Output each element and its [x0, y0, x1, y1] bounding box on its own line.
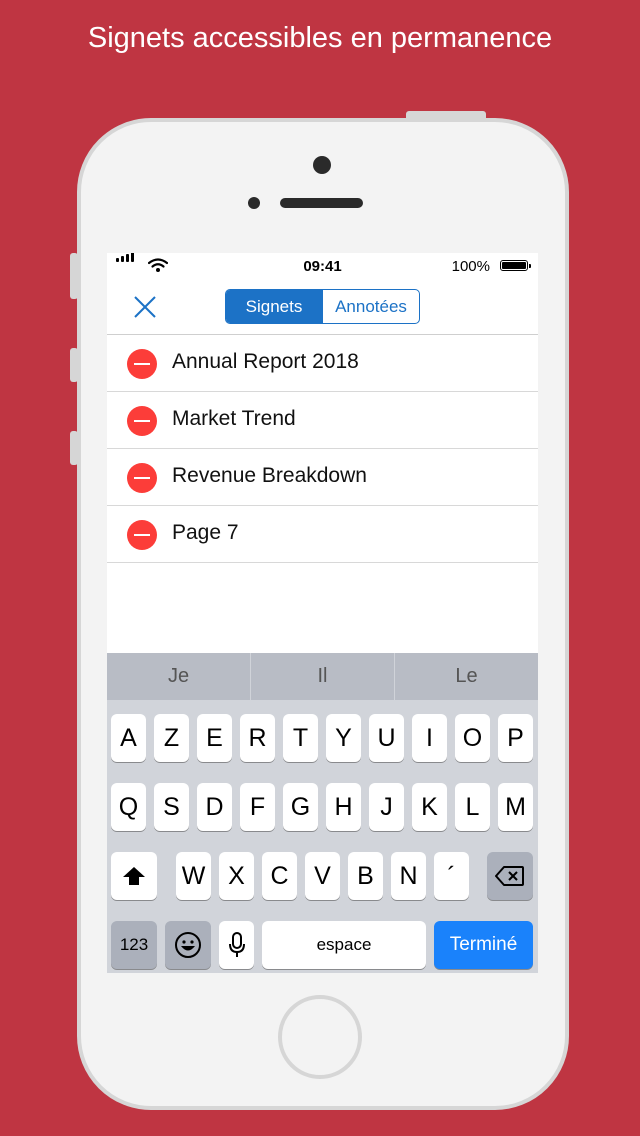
page-caption: Signets accessibles en permanence [87, 22, 553, 54]
key-d[interactable]: D [197, 783, 232, 831]
view-segmented-control: Signets Annotées [225, 289, 420, 324]
backspace-key[interactable] [487, 852, 533, 900]
delete-icon[interactable] [127, 463, 157, 493]
key-q[interactable]: Q [111, 783, 146, 831]
key-s[interactable]: S [154, 783, 189, 831]
key-x[interactable]: X [219, 852, 254, 900]
microphone-icon [228, 932, 245, 957]
list-item[interactable]: Revenue Breakdown [107, 449, 538, 506]
key-f[interactable]: F [240, 783, 275, 831]
key-k[interactable]: K [412, 783, 447, 831]
navigation-bar: Signets Annotées [107, 279, 538, 335]
numbers-key[interactable]: 123 [111, 921, 157, 969]
prediction-1[interactable]: Je [107, 653, 250, 700]
battery-percentage: 100% [451, 258, 490, 275]
space-key[interactable]: espace [262, 921, 426, 969]
key-y[interactable]: Y [326, 714, 361, 762]
key-z[interactable]: Z [154, 714, 189, 762]
bookmark-title: Market Trend [172, 407, 296, 430]
tab-signets[interactable]: Signets [226, 290, 322, 323]
shift-icon [123, 867, 145, 885]
backspace-icon [495, 866, 524, 886]
key-j[interactable]: J [369, 783, 404, 831]
home-button[interactable] [278, 995, 362, 1079]
tab-annotees[interactable]: Annotées [322, 290, 419, 323]
status-bar: 09:41 100% [107, 253, 538, 279]
key-l[interactable]: L [455, 783, 490, 831]
key-m[interactable]: M [498, 783, 533, 831]
key-a[interactable]: A [111, 714, 146, 762]
key-n[interactable]: N [391, 852, 426, 900]
key-w[interactable]: W [176, 852, 211, 900]
key-b[interactable]: B [348, 852, 383, 900]
earpiece-speaker [280, 198, 363, 208]
front-camera [313, 156, 331, 174]
delete-icon[interactable] [127, 406, 157, 436]
done-key[interactable]: Terminé [434, 921, 533, 969]
key-o[interactable]: O [455, 714, 490, 762]
key-e[interactable]: E [197, 714, 232, 762]
bookmark-title: Annual Report 2018 [172, 350, 359, 373]
app-screen: 09:41 100% Signets Annotées Annual Repor… [107, 253, 538, 973]
key-t[interactable]: T [283, 714, 318, 762]
delete-icon[interactable] [127, 520, 157, 550]
close-icon[interactable] [131, 293, 159, 321]
proximity-sensor [248, 197, 260, 209]
key-g[interactable]: G [283, 783, 318, 831]
key-accent[interactable]: ´ [434, 852, 469, 900]
key-p[interactable]: P [498, 714, 533, 762]
list-item[interactable]: Annual Report 2018 [107, 335, 538, 392]
key-v[interactable]: V [305, 852, 340, 900]
prediction-3[interactable]: Le [394, 653, 538, 700]
delete-icon[interactable] [127, 349, 157, 379]
keyboard: Je Il Le A Z E R T Y U I O P Q S D F G H… [107, 653, 538, 973]
prediction-2[interactable]: Il [250, 653, 394, 700]
key-r[interactable]: R [240, 714, 275, 762]
key-i[interactable]: I [412, 714, 447, 762]
predictive-bar: Je Il Le [107, 653, 538, 700]
dictation-key[interactable] [219, 921, 254, 969]
list-item[interactable]: Page 7 [107, 506, 538, 563]
key-h[interactable]: H [326, 783, 361, 831]
key-c[interactable]: C [262, 852, 297, 900]
emoji-icon [175, 932, 201, 958]
battery-icon [500, 260, 531, 271]
shift-key[interactable] [111, 852, 157, 900]
list-item[interactable]: Market Trend [107, 392, 538, 449]
key-u[interactable]: U [369, 714, 404, 762]
bookmark-title: Page 7 [172, 521, 239, 544]
bookmark-list: Annual Report 2018 Market Trend Revenue … [107, 335, 538, 563]
bookmark-title: Revenue Breakdown [172, 464, 367, 487]
emoji-key[interactable] [165, 921, 211, 969]
